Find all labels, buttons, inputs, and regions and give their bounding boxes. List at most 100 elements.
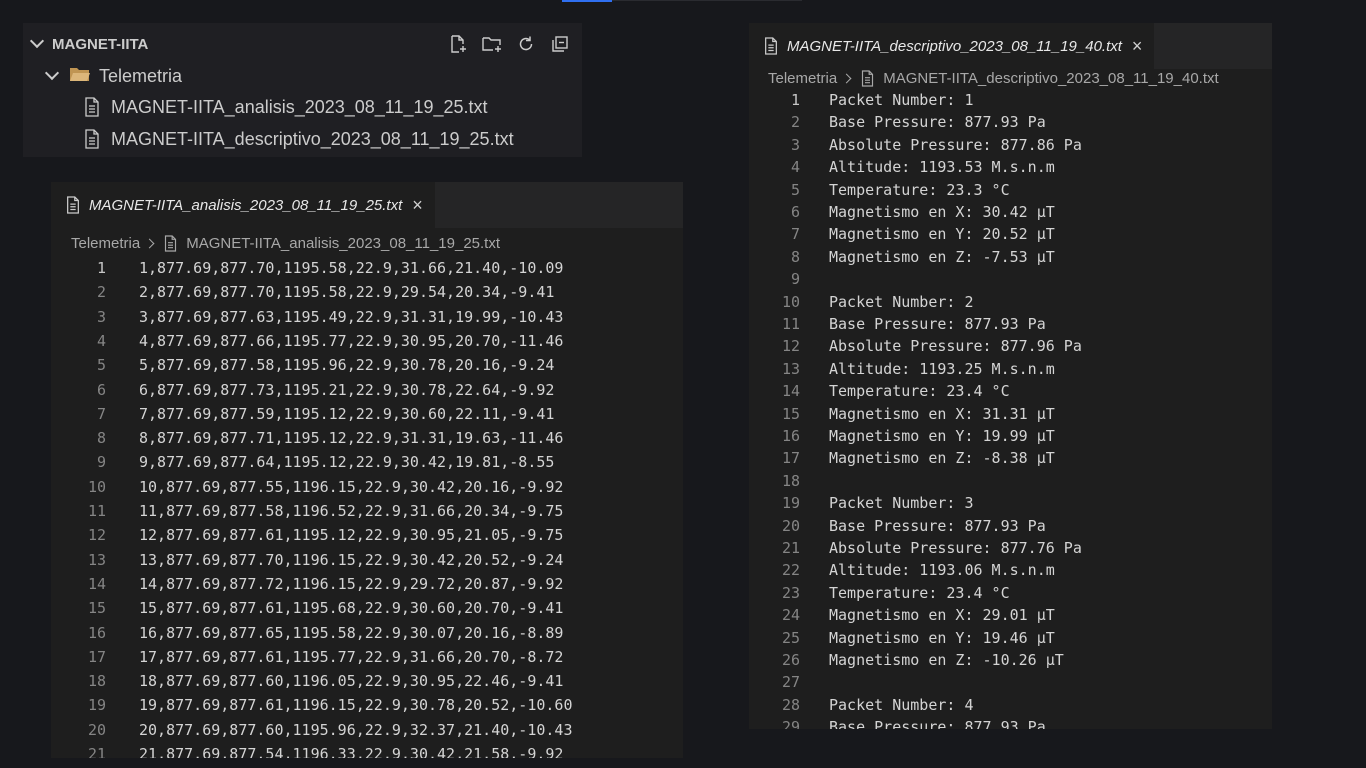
line-number: 2 — [790, 113, 800, 132]
code-line[interactable]: 17 17,877.69,877.61,1195.77,22.9,31.66,20… — [51, 646, 683, 668]
code-line[interactable]: 2 Base Pressure: 877.93 Pa — [749, 111, 1272, 133]
line-text: Absolute Pressure: 877.86 Pa — [829, 135, 1082, 154]
code-line[interactable]: 14 14,877.69,877.72,1196.15,22.9,29.72,20… — [51, 573, 683, 595]
breadcrumb-folder[interactable]: Telemetria — [768, 70, 837, 87]
refresh-icon[interactable] — [514, 32, 538, 56]
window-active-indicator — [562, 0, 612, 2]
line-number: 10 — [87, 477, 106, 496]
code-line[interactable]: 23 Temperature: 23.4 °C — [749, 582, 1272, 604]
line-text: 1,877.69,877.70,1195.58,22.9,31.66,21.40… — [139, 259, 564, 277]
breadcrumb-file[interactable]: MAGNET-IITA_analisis_2023_08_11_19_25.tx… — [186, 235, 500, 252]
code-line[interactable]: 12 12,877.69,877.61,1195.12,22.9,30.95,21… — [51, 524, 683, 546]
code-line[interactable]: 25 Magnetismo en Y: 19.46 µT — [749, 627, 1272, 649]
code-line[interactable]: 4 Altitude: 1193.53 M.s.n.m — [749, 156, 1272, 178]
line-text: 11,877.69,877.58,1196.52,22.9,31.66,20.3… — [139, 502, 564, 520]
code-line[interactable]: 11 11,877.69,877.58,1196.52,22.9,31.66,20… — [51, 500, 683, 522]
code-line[interactable]: 16 16,877.69,877.65,1195.58,22.9,30.07,20… — [51, 622, 683, 644]
code-line[interactable]: 5 5,877.69,877.58,1195.96,22.9,30.78,20.1… — [51, 354, 683, 376]
new-folder-icon[interactable] — [480, 32, 504, 56]
line-number: 23 — [781, 583, 800, 602]
line-number: 8 — [790, 247, 800, 266]
code-line[interactable]: 20 Base Pressure: 877.93 Pa — [749, 515, 1272, 537]
code-line[interactable]: 20 20,877.69,877.60,1195.96,22.9,32.37,21… — [51, 719, 683, 741]
line-text: Magnetismo en Y: 20.52 µT — [829, 225, 1055, 244]
tab-analisis[interactable]: MAGNET-IITA_analisis_2023_08_11_19_25.tx… — [51, 182, 435, 228]
code-line[interactable]: 9 — [749, 268, 1272, 290]
code-line[interactable]: 8 8,877.69,877.71,1195.12,22.9,31.31,19.6… — [51, 427, 683, 449]
code-line[interactable]: 22 Altitude: 1193.06 M.s.n.m — [749, 559, 1272, 581]
collapse-all-icon[interactable] — [548, 32, 572, 56]
chevron-down-icon[interactable] — [44, 65, 60, 81]
tree-folder-label: Telemetria — [99, 65, 183, 86]
line-number: 9 — [96, 453, 106, 472]
code-line[interactable]: 1 1,877.69,877.70,1195.58,22.9,31.66,21.4… — [51, 257, 683, 279]
code-line[interactable]: 26 Magnetismo en Z: -10.26 µT — [749, 649, 1272, 671]
line-number: 4 — [96, 331, 106, 350]
code-line[interactable]: 29 Base Pressure: 877.93 Pa — [749, 716, 1272, 729]
code-line[interactable]: 7 Magnetismo en Y: 20.52 µT — [749, 223, 1272, 245]
breadcrumb-file[interactable]: MAGNET-IITA_descriptivo_2023_08_11_19_40… — [883, 70, 1218, 87]
tree-file-analisis[interactable]: MAGNET-IITA_analisis_2023_08_11_19_25.tx… — [83, 92, 488, 122]
line-text: Magnetismo en Z: -7.53 µT — [829, 247, 1055, 266]
code-line[interactable]: 19 19,877.69,877.61,1196.15,22.9,30.78,20… — [51, 694, 683, 716]
tree-file-descriptivo[interactable]: MAGNET-IITA_descriptivo_2023_08_11_19_25… — [83, 124, 514, 154]
line-text: Magnetismo en X: 30.42 µT — [829, 203, 1055, 221]
line-number: 19 — [781, 494, 800, 513]
line-text: 21,877.69,877.54,1196.33,22.9,30.42,21.5… — [139, 745, 564, 758]
code-line[interactable]: 18 18,877.69,877.60,1196.05,22.9,30.95,22… — [51, 670, 683, 692]
code-line[interactable]: 28 Packet Number: 4 — [749, 694, 1272, 716]
code-line[interactable]: 10 10,877.69,877.55,1196.15,22.9,30.42,20… — [51, 476, 683, 498]
tree-folder-telemetria[interactable]: Telemetria — [44, 61, 183, 91]
code-line[interactable]: 14 Temperature: 23.4 °C — [749, 380, 1272, 402]
code-line[interactable]: 9 9,877.69,877.64,1195.12,22.9,30.42,19.8… — [51, 451, 683, 473]
code-line[interactable]: 13 13,877.69,877.70,1196.15,22.9,30.42,20… — [51, 549, 683, 571]
line-number: 6 — [96, 380, 106, 399]
new-file-icon[interactable] — [446, 32, 470, 56]
code-line[interactable]: 3 3,877.69,877.63,1195.49,22.9,31.31,19.9… — [51, 306, 683, 328]
code-line[interactable]: 16 Magnetismo en Y: 19.99 µT — [749, 425, 1272, 447]
code-line[interactable]: 3 Absolute Pressure: 877.86 Pa — [749, 134, 1272, 156]
code-line[interactable]: 13 Altitude: 1193.25 M.s.n.m — [749, 358, 1272, 380]
tab-descriptivo[interactable]: MAGNET-IITA_descriptivo_2023_08_11_19_40… — [749, 23, 1155, 69]
line-number: 18 — [87, 672, 106, 691]
line-text: 4,877.69,877.66,1195.77,22.9,30.95,20.70… — [139, 331, 564, 350]
line-text: Temperature: 23.4 °C — [829, 583, 1010, 602]
code-line[interactable]: 27 — [749, 671, 1272, 693]
code-line[interactable]: 24 Magnetismo en X: 29.01 µT — [749, 604, 1272, 626]
code-line[interactable]: 12 Absolute Pressure: 877.96 Pa — [749, 335, 1272, 357]
code-line[interactable]: 2 2,877.69,877.70,1195.58,22.9,29.54,20.3… — [51, 281, 683, 303]
code-line[interactable]: 4 4,877.69,877.66,1195.77,22.9,30.95,20.7… — [51, 330, 683, 352]
code-line[interactable]: 15 15,877.69,877.61,1195.68,22.9,30.60,20… — [51, 597, 683, 619]
code-line[interactable]: 10 Packet Number: 2 — [749, 291, 1272, 313]
breadcrumb-folder[interactable]: Telemetria — [71, 235, 140, 252]
code-line[interactable]: 6 6,877.69,877.73,1195.21,22.9,30.78,22.6… — [51, 379, 683, 401]
line-text: Base Pressure: 877.93 Pa — [829, 516, 1046, 535]
line-number: 1 — [96, 259, 106, 277]
close-icon[interactable]: × — [412, 195, 423, 216]
code-line[interactable]: 21 Absolute Pressure: 877.76 Pa — [749, 537, 1272, 559]
code-line[interactable]: 15 Magnetismo en X: 31.31 µT — [749, 403, 1272, 425]
close-icon[interactable]: × — [1132, 36, 1143, 57]
code-line[interactable]: 18 — [749, 470, 1272, 492]
code-line[interactable]: 5 Temperature: 23.3 °C — [749, 179, 1272, 201]
line-text: Base Pressure: 877.93 Pa — [829, 315, 1046, 333]
code-line[interactable]: 19 Packet Number: 3 — [749, 492, 1272, 514]
line-number: 16 — [87, 623, 106, 642]
line-number: 17 — [87, 647, 106, 666]
code-line[interactable]: 11 Base Pressure: 877.93 Pa — [749, 313, 1272, 335]
explorer-header[interactable]: MAGNET-IITA — [23, 23, 582, 65]
line-text: Magnetismo en Y: 19.99 µT — [829, 427, 1055, 445]
code-line[interactable]: 1 Packet Number: 1 — [749, 89, 1272, 111]
line-number: 14 — [781, 382, 800, 401]
line-text: Magnetismo en X: 31.31 µT — [829, 404, 1055, 423]
code-line[interactable]: 17 Magnetismo en Z: -8.38 µT — [749, 447, 1272, 469]
line-number: 5 — [790, 180, 800, 199]
code-line[interactable]: 7 7,877.69,877.59,1195.12,22.9,30.60,22.1… — [51, 403, 683, 425]
editor-descriptivo: MAGNET-IITA_descriptivo_2023_08_11_19_40… — [749, 23, 1272, 729]
code-line[interactable]: 6 Magnetismo en X: 30.42 µT — [749, 201, 1272, 223]
code-line[interactable]: 21 21,877.69,877.54,1196.33,22.9,30.42,21… — [51, 743, 683, 758]
tree-file-label: MAGNET-IITA_descriptivo_2023_08_11_19_25… — [111, 128, 514, 149]
chevron-down-icon[interactable] — [29, 33, 45, 49]
line-text: Packet Number: 2 — [829, 292, 974, 311]
code-line[interactable]: 8 Magnetismo en Z: -7.53 µT — [749, 246, 1272, 268]
